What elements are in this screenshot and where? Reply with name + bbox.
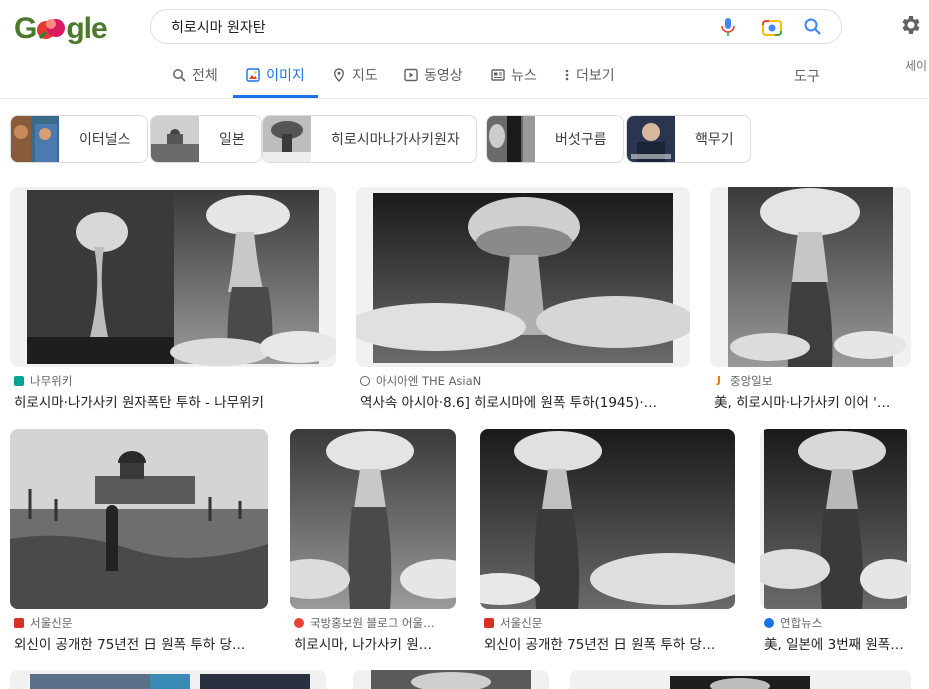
source-name: 국방홍보원 블로그 어울… [310,616,435,630]
safesearch-label[interactable]: 세이 [905,57,927,74]
search-tabs: 전체 이미지 지도 동영상 뉴스 더보기 도구 세이 [0,52,929,99]
source-name: 나무위키 [30,374,73,388]
chip-thumbnail [151,116,199,162]
source-name: 중앙일보 [730,374,773,388]
search-box [150,9,842,44]
chip-hiroshima-nagasaki[interactable]: 히로시마나가사키원자 [262,115,477,163]
result-source[interactable]: 나무위키 [14,373,72,389]
tab-all[interactable]: 전체 [170,52,220,98]
chip-thumbnail [487,116,535,162]
tab-label: 전체 [192,68,218,84]
header: Ggle [0,0,929,52]
favicon-icon [14,618,24,628]
result-image[interactable] [10,670,326,689]
chip-mushroom-cloud[interactable]: 버섯구름 [486,115,624,163]
chip-label: 일본 [219,132,245,148]
tab-label: 뉴스 [511,68,537,84]
result-thumbnail [353,670,549,689]
settings-gear-icon[interactable] [898,13,922,37]
result-image[interactable] [290,429,456,609]
result-thumbnail [570,670,911,689]
logo-letter-g: G [14,12,37,45]
image-icon [246,68,260,82]
source-name: 연합뉴스 [780,616,823,630]
tab-videos[interactable]: 동영상 [402,52,465,98]
result-image[interactable] [10,429,268,609]
result-image[interactable] [353,670,549,689]
chip-japan[interactable]: 일본 [150,115,262,163]
chip-label: 히로시마나가사키원자 [331,132,460,148]
result-image[interactable] [570,670,911,689]
favicon-icon [764,618,774,628]
tab-label: 이미지 [266,68,305,84]
ruins-photo [10,429,268,609]
more-vert-icon [565,69,569,81]
tab-label: 지도 [352,68,378,84]
logo-letters-gle: gle [66,12,107,45]
search-input[interactable] [171,16,691,38]
chip-label: 핵무기 [695,132,734,148]
map-pin-icon [333,68,345,82]
chip-eternals[interactable]: 이터널스 [10,115,148,163]
result-image[interactable] [480,429,735,609]
result-image[interactable] [356,187,690,367]
result-source[interactable]: 연합뉴스 [764,615,822,631]
result-title[interactable]: 역사속 아시아·8.6] 히로시마에 원폭 투하(1945)·… [360,391,682,411]
favicon-icon: J [714,376,724,386]
google-logo[interactable]: Ggle [14,12,108,46]
globe-icon [360,376,370,386]
chip-label: 이터널스 [79,132,131,148]
search-icon [173,69,186,82]
result-title[interactable]: 외신이 공개한 75년전 日 원폭 투하 당… [484,633,733,653]
news-icon [491,69,505,81]
result-title[interactable]: 히로시마·나가사키 원자폭탄 투하 - 나무위키 [14,391,334,411]
mushroom-cloud-photo [10,187,336,367]
tab-more[interactable]: 더보기 [562,52,617,98]
search-submit-icon[interactable] [803,17,823,37]
tab-maps[interactable]: 지도 [330,52,380,98]
chip-nuclear-weapons[interactable]: 핵무기 [626,115,751,163]
chip-thumbnail [263,116,311,162]
tab-label: 동영상 [424,68,463,84]
chip-thumbnail [11,116,59,162]
source-name: 아시아엔 THE AsiaN [376,374,482,388]
result-thumbnail [10,670,326,689]
result-image[interactable] [710,187,911,367]
result-title[interactable]: 美, 일본에 3번째 원폭… [764,633,911,653]
tab-news[interactable]: 뉴스 [489,52,539,98]
tab-images[interactable]: 이미지 [233,52,318,98]
result-source[interactable]: 서울신문 [484,615,542,631]
mushroom-cloud-photo [710,187,911,367]
result-title[interactable]: 美, 히로시마·나가사키 이어 '… [714,391,909,411]
result-source[interactable]: 국방홍보원 블로그 어울… [294,615,435,631]
mushroom-cloud-photo [356,187,690,367]
favicon-icon [294,618,304,628]
chip-label: 버섯구름 [555,132,607,148]
mushroom-cloud-photo [290,429,456,609]
favicon-icon [484,618,494,628]
result-image[interactable] [760,429,911,609]
result-image[interactable] [10,187,336,367]
mushroom-cloud-photo [480,429,735,609]
result-title[interactable]: 히로시마, 나가사키 원… [294,633,454,653]
tools-button[interactable]: 도구 [794,66,820,86]
source-name: 서울신문 [500,616,543,630]
result-title[interactable]: 외신이 공개한 75년전 日 원폭 투하 당… [14,633,266,653]
doodle-icon [37,19,66,40]
favicon-icon [14,376,24,386]
tab-label: 더보기 [576,68,615,84]
result-source[interactable]: 서울신문 [14,615,72,631]
source-name: 서울신문 [30,616,73,630]
mushroom-cloud-photo [760,429,911,609]
chip-thumbnail [627,116,675,162]
result-source[interactable]: 아시아엔 THE AsiaN [360,373,481,389]
microphone-icon[interactable] [719,17,737,37]
result-source[interactable]: J 중앙일보 [714,373,772,389]
video-icon [404,68,418,82]
lens-camera-icon[interactable] [761,17,783,37]
